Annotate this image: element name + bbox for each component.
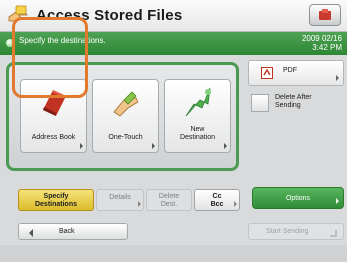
file-format-label: PDF <box>283 67 297 74</box>
expand-arrow-icon <box>152 143 155 149</box>
tab-cc-bcc[interactable]: Cc Bcc <box>194 189 240 211</box>
tab-specify-line2: Destinations <box>34 201 77 208</box>
expand-arrow-icon <box>336 75 339 81</box>
delete-after-line1: Delete After <box>275 94 312 101</box>
address-book-highlight <box>12 17 88 98</box>
expand-arrow-icon <box>336 198 339 204</box>
file-format-button[interactable]: PDF <box>248 60 344 86</box>
options-label: Options <box>285 195 311 202</box>
new-destination-icon <box>185 87 211 117</box>
tab-specify-line1: Specify <box>43 193 69 200</box>
tab-delete-line1: Delete <box>158 193 180 200</box>
delete-after-sending-label: Delete After Sending <box>275 94 312 110</box>
expand-arrow-icon <box>80 143 83 149</box>
status-datetime: 2009 02/16 3:42 PM <box>302 34 342 52</box>
pdf-icon <box>261 67 273 79</box>
status-date: 2009 02/16 <box>301 34 342 43</box>
tab-delete-line2: Dest. <box>160 201 178 208</box>
back-arrow-icon <box>29 229 33 237</box>
counter-check-icon <box>319 9 331 20</box>
tab-details[interactable]: Details <box>96 189 144 211</box>
tab-delete-dest[interactable]: Delete Dest. <box>146 189 192 211</box>
expand-arrow-icon <box>224 143 227 149</box>
send-icon <box>330 230 337 237</box>
tab-specify-destinations[interactable]: Specify Destinations <box>18 189 94 211</box>
new-destination-label-line1: New <box>190 126 205 133</box>
expand-arrow-icon <box>234 201 237 207</box>
delete-after-line2: Sending <box>275 102 301 109</box>
back-button[interactable]: Back <box>18 223 128 240</box>
back-label: Back <box>59 228 75 235</box>
new-destination-button[interactable]: New Destination <box>164 79 231 153</box>
expand-arrow-icon <box>138 201 141 207</box>
tab-cc-line2: Bcc <box>210 201 224 208</box>
tab-details-label: Details <box>109 194 131 201</box>
destination-tabs: Specify Destinations Details Delete Dest… <box>18 189 240 211</box>
start-sending-label: Start Sending <box>266 228 309 235</box>
one-touch-icon <box>113 91 139 117</box>
start-sending-button[interactable]: Start Sending <box>248 223 344 240</box>
tab-cc-line1: Cc <box>212 193 222 200</box>
bottom-band <box>0 245 347 262</box>
status-time: 3:42 PM <box>312 43 342 52</box>
new-destination-label: New Destination <box>165 126 230 142</box>
counter-check-button[interactable] <box>309 4 341 26</box>
options-button[interactable]: Options <box>252 187 344 209</box>
one-touch-label: One-Touch <box>108 134 143 141</box>
delete-after-sending-checkbox[interactable] <box>251 94 269 112</box>
new-destination-label-line2: Destination <box>179 134 216 141</box>
address-book-label: Address Book <box>31 134 76 141</box>
one-touch-button[interactable]: One-Touch <box>92 79 159 153</box>
